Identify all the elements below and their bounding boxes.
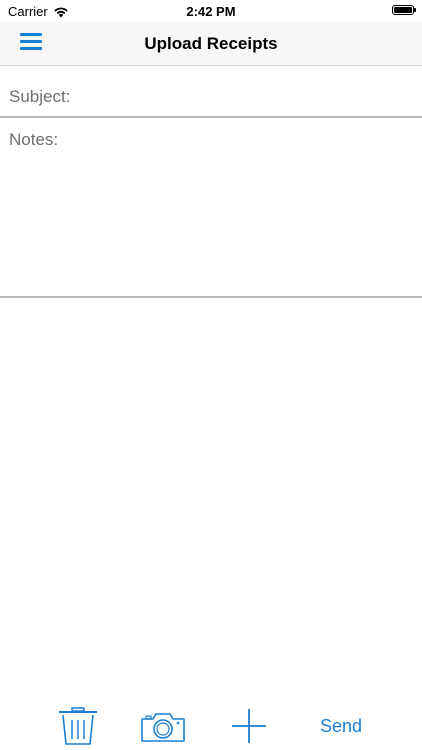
status-time: 2:42 PM [186,4,236,19]
notes-placeholder: Notes: [9,130,59,149]
subject-field[interactable]: Subject: [0,66,422,118]
subject-placeholder: Subject: [9,87,71,106]
page-title: Upload Receipts [144,34,278,53]
battery-icon [392,5,416,15]
navigation-bar: Upload Receipts [0,22,422,66]
send-button[interactable]: Send [320,716,362,737]
bottom-toolbar: Send [0,700,422,750]
plus-icon[interactable] [231,708,267,744]
trash-icon[interactable] [58,707,98,745]
status-bar: Carrier 2:42 PM [0,0,422,22]
notes-field[interactable]: Notes: [0,118,422,298]
camera-icon[interactable] [140,711,186,743]
upload-receipts-screen: Carrier 2:42 PM Upload Receipts Subject:… [0,0,422,750]
